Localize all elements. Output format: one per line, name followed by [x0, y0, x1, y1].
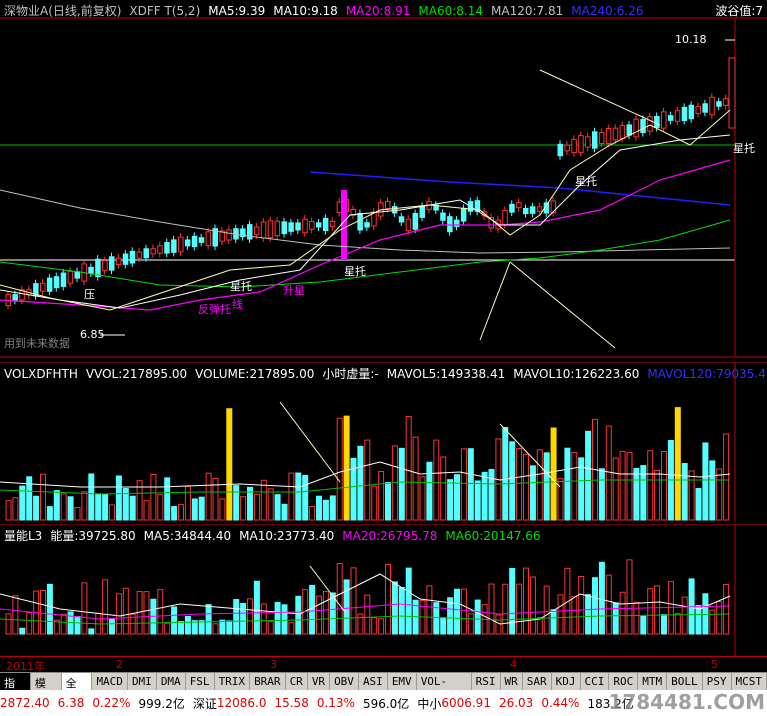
index2-name: 深证 — [192, 696, 217, 711]
tab-17[interactable]: SAR — [523, 673, 552, 691]
trough-value-label: 波谷值:7 — [715, 4, 763, 18]
shengxing-label: 升星 — [283, 284, 305, 297]
xingtuo-label-2: 星托 — [575, 175, 597, 188]
tab-12[interactable]: ASI — [359, 673, 388, 691]
tab-1[interactable]: 模板 — [31, 673, 62, 706]
ma10-value: MA10:9.18 — [273, 4, 338, 18]
index3-percent: 0.44% — [541, 696, 580, 710]
vvol-value: VVOL:217895.00 — [85, 367, 188, 381]
time-label-apr: 4 — [510, 658, 517, 671]
time-axis: 2011年 2 3 4 5 — [0, 656, 767, 673]
xingtuo-label-3: 星托 — [733, 142, 755, 155]
stock-title: 深物业A(日线,前复权) — [4, 4, 122, 18]
tab-13[interactable]: EMV — [388, 673, 417, 691]
tab-4[interactable]: DMI — [128, 673, 157, 691]
indicator-name: XDFF T(5,2) — [129, 4, 201, 18]
tab-16[interactable]: WR — [501, 673, 523, 691]
index2-amount: 596.0亿 — [362, 696, 410, 711]
index3-value: 6006.91 — [441, 696, 491, 710]
volume-chart — [0, 362, 767, 522]
index1-value: 2872.40 — [0, 696, 50, 710]
tab-18[interactable]: KDJ — [552, 673, 581, 691]
ma240-value: MA240:6.26 — [571, 4, 644, 18]
tab-24[interactable]: MCST — [732, 673, 767, 691]
energy-value: 能量:39725.80 — [50, 529, 136, 543]
xingtuo-label-4: 星托 — [230, 280, 252, 293]
index1-amount: 999.2亿 — [138, 696, 185, 711]
tab-9[interactable]: CR — [286, 673, 308, 691]
index2-value: 12086.0 — [216, 696, 267, 710]
volume-panel[interactable]: VOLXDFHTH VVOL:217895.00 VOLUME:217895.00 小… — [0, 362, 767, 522]
ma240-line — [309, 171, 731, 206]
time-label-may: 5 — [711, 658, 718, 671]
ma5-value: MA5:9.39 — [208, 4, 266, 18]
energy-ma10: MA10:23773.40 — [239, 529, 335, 543]
low-price-label: 6.85 — [80, 328, 105, 341]
indicator-tabs: 指标模板全部MACDDMIDMAFSLTRIXBRARCRVROBVASIEMV… — [0, 672, 767, 706]
ma120-value: MA120:7.81 — [491, 4, 564, 18]
tab-23[interactable]: PSY — [703, 673, 732, 691]
energy-indicator-name: 量能L3 — [4, 529, 43, 543]
tab-3[interactable]: MACD — [92, 673, 128, 691]
fantan-label: 反弹托 — [198, 303, 231, 316]
tab-8[interactable]: BRAR — [250, 673, 286, 691]
ma5-line — [0, 109, 731, 311]
future-data-label: 用到未来数据 — [4, 337, 70, 350]
ma20-line — [0, 159, 731, 311]
tab-15[interactable]: RSI — [472, 673, 501, 691]
index3-change: 26.03 — [498, 696, 534, 710]
tab-10[interactable]: VR — [308, 673, 331, 691]
price-chart-header: 深物业A(日线,前复权) XDFF T(5,2) MA5:9.39 MA10:9.18… — [4, 2, 651, 19]
energy-ma5: MA5:34844.40 — [143, 529, 232, 543]
tab-0[interactable]: 指标 — [0, 673, 31, 706]
tab-5[interactable]: DMA — [157, 673, 186, 691]
index1-change: 6.38 — [57, 696, 85, 710]
ma10-line — [0, 134, 731, 309]
high-price-label: 10.18 — [675, 33, 707, 46]
mavol5-value: MAVOL5:149338.41 — [386, 367, 506, 381]
tab-22[interactable]: BOLL — [667, 673, 703, 691]
xian-label: 线 — [232, 298, 243, 311]
energy-panel[interactable]: 量能L3 能量:39725.80 MA5:34844.40 MA10:23773.40… — [0, 524, 767, 656]
xingtuo-label-1: 星托 — [344, 265, 366, 278]
ya-label: 压 — [84, 288, 95, 301]
time-label-feb: 2 — [116, 658, 123, 671]
price-chart-panel[interactable]: 深物业A(日线,前复权) XDFF T(5,2) MA5:9.39 MA10:9.18… — [0, 0, 767, 358]
mavol10-value: MAVOL10:126223.60 — [513, 367, 640, 381]
tab-20[interactable]: ROC — [609, 673, 639, 691]
index2-change: 15.58 — [274, 696, 309, 710]
energy-ma20: MA20:26795.78 — [342, 529, 438, 543]
index3-name: 中小 — [417, 696, 442, 711]
mavol120-value: MAVOL120:79035.49 — [647, 367, 767, 381]
energy-ma60: MA60:20147.66 — [445, 529, 541, 543]
index2-percent: 0.13% — [316, 696, 355, 710]
time-label-mar: 3 — [270, 658, 277, 671]
tab-2[interactable]: 全部 — [61, 673, 93, 706]
tab-21[interactable]: MTM — [638, 673, 668, 691]
tab-11[interactable]: OBV — [330, 673, 359, 691]
tab-6[interactable]: FSL — [186, 673, 215, 691]
vol-indicator-name: VOLXDFHTH — [4, 367, 78, 381]
ma60-value: MA60:8.14 — [418, 4, 483, 18]
tab-19[interactable]: CCI — [581, 673, 610, 691]
tab-7[interactable]: TRIX — [215, 673, 251, 691]
tab-14[interactable]: VOL-TDX — [417, 673, 472, 701]
volume-value: VOLUME:217895.00 — [195, 367, 315, 381]
energy-header: 量能L3 能量:39725.80 MA5:34844.40 MA10:23773.40… — [4, 527, 549, 544]
index1-percent: 0.22% — [92, 696, 131, 710]
candlestick-chart — [0, 17, 767, 358]
volume-header: VOLXDFHTH VVOL:217895.00 VOLUME:217895.00 小… — [4, 365, 767, 382]
watermark: 1784481.COM — [608, 690, 765, 714]
hourly-volume: 小时虚量:- — [322, 367, 379, 381]
ma20-value: MA20:8.91 — [345, 4, 411, 18]
